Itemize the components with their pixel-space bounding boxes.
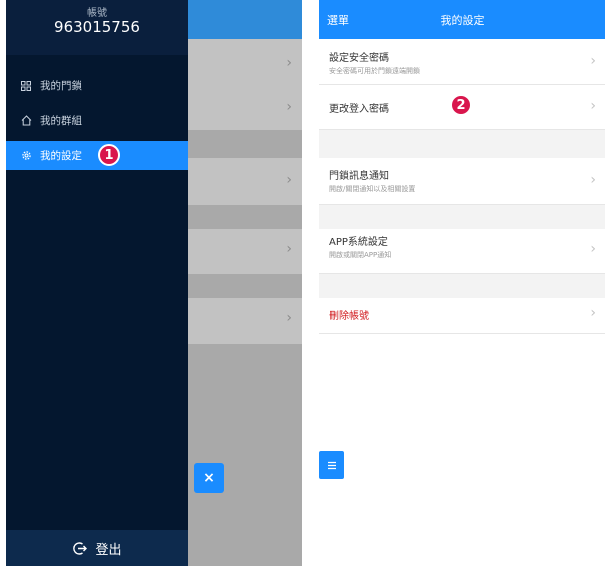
empty-content-area: [319, 334, 605, 566]
account-label: 帳號: [87, 8, 107, 19]
logout-icon: [73, 541, 88, 555]
menu-item-label: 我的門鎖: [40, 80, 82, 92]
header-bar: 我的設定 選單: [319, 0, 605, 39]
menu-link[interactable]: 選單: [327, 12, 349, 28]
settings-row-app-settings[interactable]: APP系統設定 開啟或關閉APP通知 ›: [319, 229, 605, 274]
row-title: 刪除帳號: [329, 311, 369, 322]
row-title: 門鎖訊息通知: [329, 171, 389, 182]
settings-row-delete-account[interactable]: 刪除帳號 ›: [319, 298, 605, 334]
chevron-right-icon: ›: [286, 99, 292, 115]
chevron-right-icon: ›: [286, 241, 292, 257]
row-subtitle: 開啟/關閉通知以及相關設置: [329, 185, 416, 193]
menu-item-label: 我的設定: [40, 150, 82, 162]
chevron-right-icon: ›: [590, 305, 596, 321]
settings-row-security-password[interactable]: 設定安全密碼 安全密碼可用於門鎖遠端開鎖 ›: [319, 39, 605, 85]
step-badge: 1: [98, 144, 120, 166]
close-drawer-button[interactable]: ×: [194, 463, 224, 493]
chevron-right-icon: ›: [286, 310, 292, 326]
left-screen: › › › › › × 帳號 963015756 我的門鎖 我的群組 我的設定 …: [6, 0, 302, 566]
account-number: 963015756: [54, 18, 140, 36]
chevron-right-icon: ›: [590, 241, 596, 257]
menu-icon: [327, 461, 336, 469]
home-icon: [20, 115, 32, 127]
logout-label: 登出: [95, 542, 122, 558]
row-subtitle: 安全密碼可用於門鎖遠端開鎖: [329, 67, 420, 75]
row-subtitle: 開啟或關閉APP通知: [329, 251, 392, 259]
menu-item-my-locks[interactable]: 我的門鎖: [6, 71, 188, 100]
chevron-right-icon: ›: [286, 55, 292, 71]
settings-row-lock-notification[interactable]: 門鎖訊息通知 開啟/關閉通知以及相關設置 ›: [319, 158, 605, 205]
chevron-right-icon: ›: [590, 98, 596, 114]
account-header: 帳號 963015756: [6, 0, 188, 55]
side-drawer: 帳號 963015756 我的門鎖 我的群組 我的設定 登出: [6, 0, 188, 566]
floating-menu-button[interactable]: [319, 451, 344, 479]
row-title: APP系統設定: [329, 237, 388, 248]
chevron-right-icon: ›: [590, 172, 596, 188]
logout-button[interactable]: 登出: [6, 530, 188, 566]
close-icon: ×: [203, 470, 215, 486]
row-title: 設定安全密碼: [329, 53, 389, 64]
menu-item-my-settings[interactable]: 我的設定: [6, 141, 188, 170]
page-title: 我的設定: [440, 14, 485, 27]
menu-item-label: 我的群組: [40, 115, 82, 127]
grid-icon: [20, 80, 32, 92]
menu-item-my-groups[interactable]: 我的群組: [6, 106, 188, 135]
chevron-right-icon: ›: [590, 53, 596, 69]
gear-icon: [20, 150, 32, 162]
row-title: 更改登入密碼: [329, 104, 389, 115]
chevron-right-icon: ›: [286, 172, 292, 188]
right-screen: 我的設定 選單 設定安全密碼 安全密碼可用於門鎖遠端開鎖 › 更改登入密碼 › …: [319, 0, 605, 566]
step-badge: 2: [450, 94, 472, 116]
